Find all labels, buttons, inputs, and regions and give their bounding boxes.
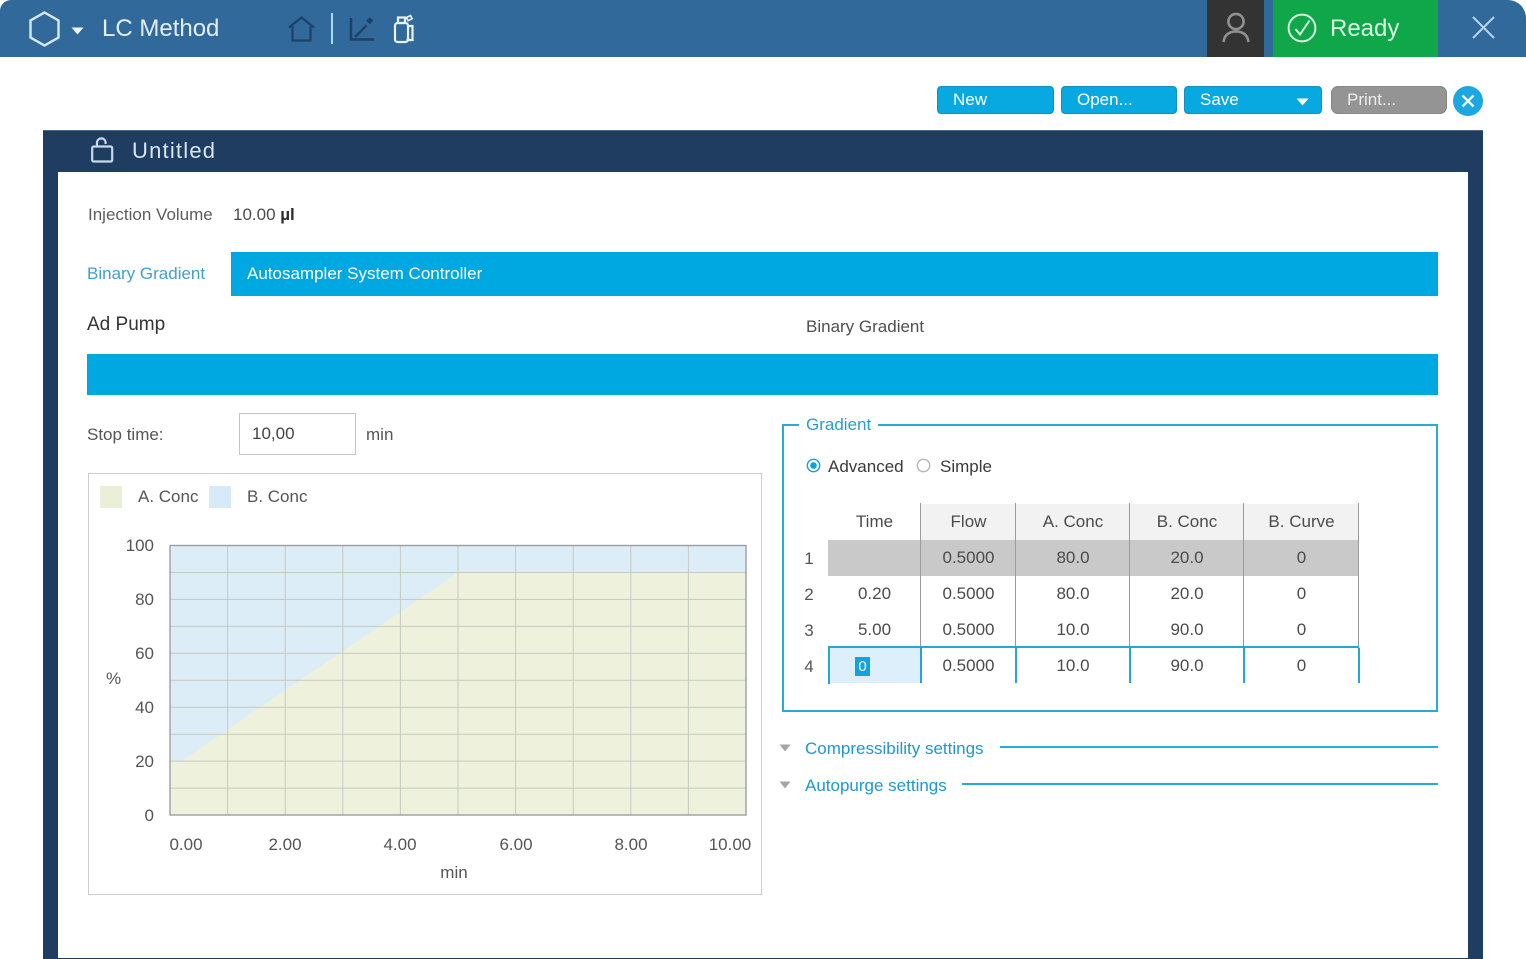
svg-text:A. Conc: A. Conc bbox=[138, 487, 199, 506]
svg-text:6.00: 6.00 bbox=[499, 835, 532, 854]
svg-text:0: 0 bbox=[145, 806, 154, 825]
svg-text:20: 20 bbox=[135, 752, 154, 771]
svg-text:4.00: 4.00 bbox=[383, 835, 416, 854]
svg-text:0.00: 0.00 bbox=[169, 835, 202, 854]
svg-text:10.00: 10.00 bbox=[709, 835, 752, 854]
svg-text:80: 80 bbox=[135, 590, 154, 609]
svg-text:B. Conc: B. Conc bbox=[247, 487, 308, 506]
svg-text:100: 100 bbox=[126, 536, 154, 555]
svg-text:%: % bbox=[106, 669, 121, 688]
svg-text:40: 40 bbox=[135, 698, 154, 717]
svg-text:2.00: 2.00 bbox=[268, 835, 301, 854]
svg-text:min: min bbox=[440, 863, 467, 882]
svg-text:60: 60 bbox=[135, 644, 154, 663]
svg-text:8.00: 8.00 bbox=[614, 835, 647, 854]
